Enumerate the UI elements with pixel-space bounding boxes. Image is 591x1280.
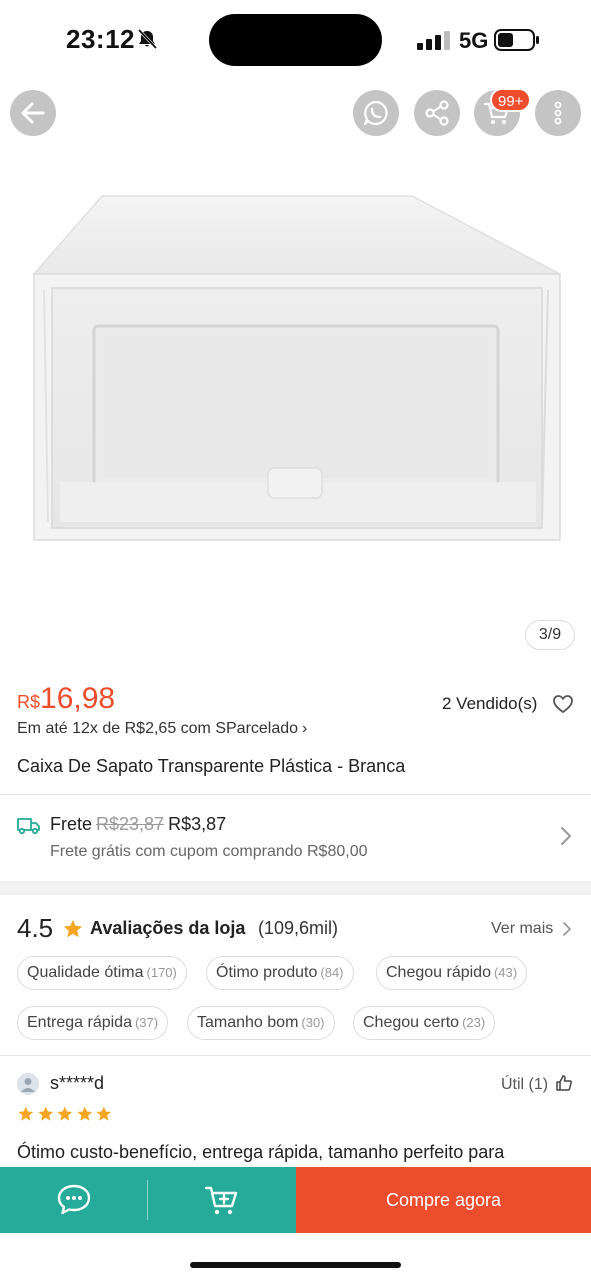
chip-count: (37) bbox=[134, 1015, 159, 1030]
star-icon bbox=[57, 1106, 73, 1121]
star-icon bbox=[63, 919, 83, 938]
whatsapp-icon bbox=[363, 100, 388, 126]
back-button[interactable] bbox=[10, 90, 56, 136]
arrow-left-icon bbox=[21, 102, 45, 124]
product-title: Caixa De Sapato Transparente Plástica - … bbox=[17, 756, 406, 776]
share-button[interactable] bbox=[414, 90, 460, 136]
chip-label: Qualidade ótima bbox=[27, 964, 144, 981]
user-icon bbox=[21, 1078, 35, 1092]
review-stars bbox=[17, 1105, 113, 1123]
review-text: Ótimo custo-benefício, entrega rápida, t… bbox=[17, 1142, 505, 1162]
share-icon bbox=[425, 100, 449, 126]
status-bar: 23:12 5G bbox=[0, 0, 591, 80]
chat-icon bbox=[57, 1184, 91, 1215]
sold-count: 2 Vendido(s) bbox=[442, 694, 538, 713]
rating-tag-chip[interactable]: Entrega rápida (37) bbox=[17, 1006, 169, 1040]
section-separator bbox=[0, 881, 591, 895]
chip-count: (43) bbox=[493, 965, 518, 980]
cart-count-badge: 99+ bbox=[490, 88, 532, 112]
rating-tag-chip[interactable]: Qualidade ótima (170) bbox=[17, 956, 187, 990]
chevron-right-icon[interactable] bbox=[562, 921, 572, 937]
more-options-button[interactable] bbox=[535, 90, 581, 136]
price-value: 16,98 bbox=[40, 682, 116, 715]
home-indicator bbox=[190, 1262, 401, 1268]
see-more-link[interactable]: Ver mais bbox=[491, 920, 553, 938]
truck-icon bbox=[17, 818, 40, 835]
bell-slash-icon bbox=[137, 28, 158, 50]
whatsapp-share-button[interactable] bbox=[353, 90, 399, 136]
store-ratings-label: Avaliações da loja bbox=[90, 918, 246, 938]
chip-label: Ótimo produto bbox=[216, 964, 318, 981]
chip-count: (23) bbox=[462, 1015, 486, 1030]
rating-tag-chip[interactable]: Chegou certo (23) bbox=[353, 1006, 496, 1040]
battery-icon bbox=[494, 29, 539, 51]
installment-text: Em até 12x de R$2,65 com SParcelado bbox=[17, 720, 299, 737]
rating-score: 4.5 bbox=[17, 913, 54, 943]
reviewer-name: s*****d bbox=[50, 1073, 105, 1093]
product-image[interactable] bbox=[0, 150, 591, 660]
star-icon bbox=[38, 1106, 53, 1121]
chevron-right-icon bbox=[561, 827, 571, 845]
cart-plus-icon bbox=[204, 1186, 238, 1215]
network-label: 5G bbox=[459, 28, 489, 53]
ratings-count: (109,6mil) bbox=[258, 918, 339, 938]
chat-button[interactable] bbox=[0, 1167, 148, 1233]
star-icon bbox=[96, 1106, 112, 1121]
dynamic-island bbox=[209, 14, 382, 66]
signal-icon bbox=[417, 31, 450, 50]
chip-count: (30) bbox=[301, 1015, 325, 1030]
star-icon bbox=[77, 1106, 92, 1121]
chip-label: Chegou certo bbox=[363, 1014, 460, 1031]
rating-tag-chip[interactable]: Tamanho bom (30) bbox=[187, 1006, 335, 1040]
rating-tag-chip[interactable]: Ótimo produto (84) bbox=[206, 956, 354, 990]
chip-count: (170) bbox=[146, 965, 177, 980]
installment-info[interactable]: Em até 12x de R$2,65 com SParcelado › bbox=[17, 720, 307, 738]
free-shipping-note: Frete grátis com cupom comprando R$80,00 bbox=[50, 843, 368, 860]
price-currency: R$ bbox=[17, 692, 41, 712]
buy-now-button[interactable]: Compre agora bbox=[296, 1167, 591, 1233]
chip-label: Entrega rápida bbox=[27, 1014, 132, 1031]
shipping-price: R$3,87 bbox=[168, 814, 227, 834]
divider bbox=[0, 1055, 591, 1056]
add-to-cart-button[interactable] bbox=[148, 1167, 296, 1233]
chevron-right-icon: › bbox=[302, 720, 308, 737]
image-counter: 3/9 bbox=[525, 620, 575, 650]
star-icon bbox=[18, 1106, 34, 1121]
chip-label: Tamanho bom bbox=[197, 1014, 299, 1031]
rating-tag-chip[interactable]: Chegou rápido (43) bbox=[376, 956, 528, 990]
shipping-price-line: Frete R$23,87 R$3,87 bbox=[50, 814, 226, 835]
chip-label: Chegou rápido bbox=[386, 964, 491, 981]
useful-count[interactable]: Útil (1) bbox=[501, 1076, 548, 1094]
product-price: R$16,98 bbox=[17, 682, 115, 716]
avatar bbox=[17, 1073, 39, 1095]
status-time: 23:12 bbox=[66, 24, 135, 54]
thumbs-up-icon[interactable] bbox=[555, 1074, 573, 1092]
heart-icon[interactable] bbox=[552, 693, 574, 715]
shipping-label: Frete bbox=[50, 814, 93, 834]
divider bbox=[0, 794, 591, 795]
more-vertical-icon bbox=[554, 101, 562, 125]
chip-count: (84) bbox=[320, 965, 344, 980]
shipping-old-price: R$23,87 bbox=[96, 814, 165, 834]
